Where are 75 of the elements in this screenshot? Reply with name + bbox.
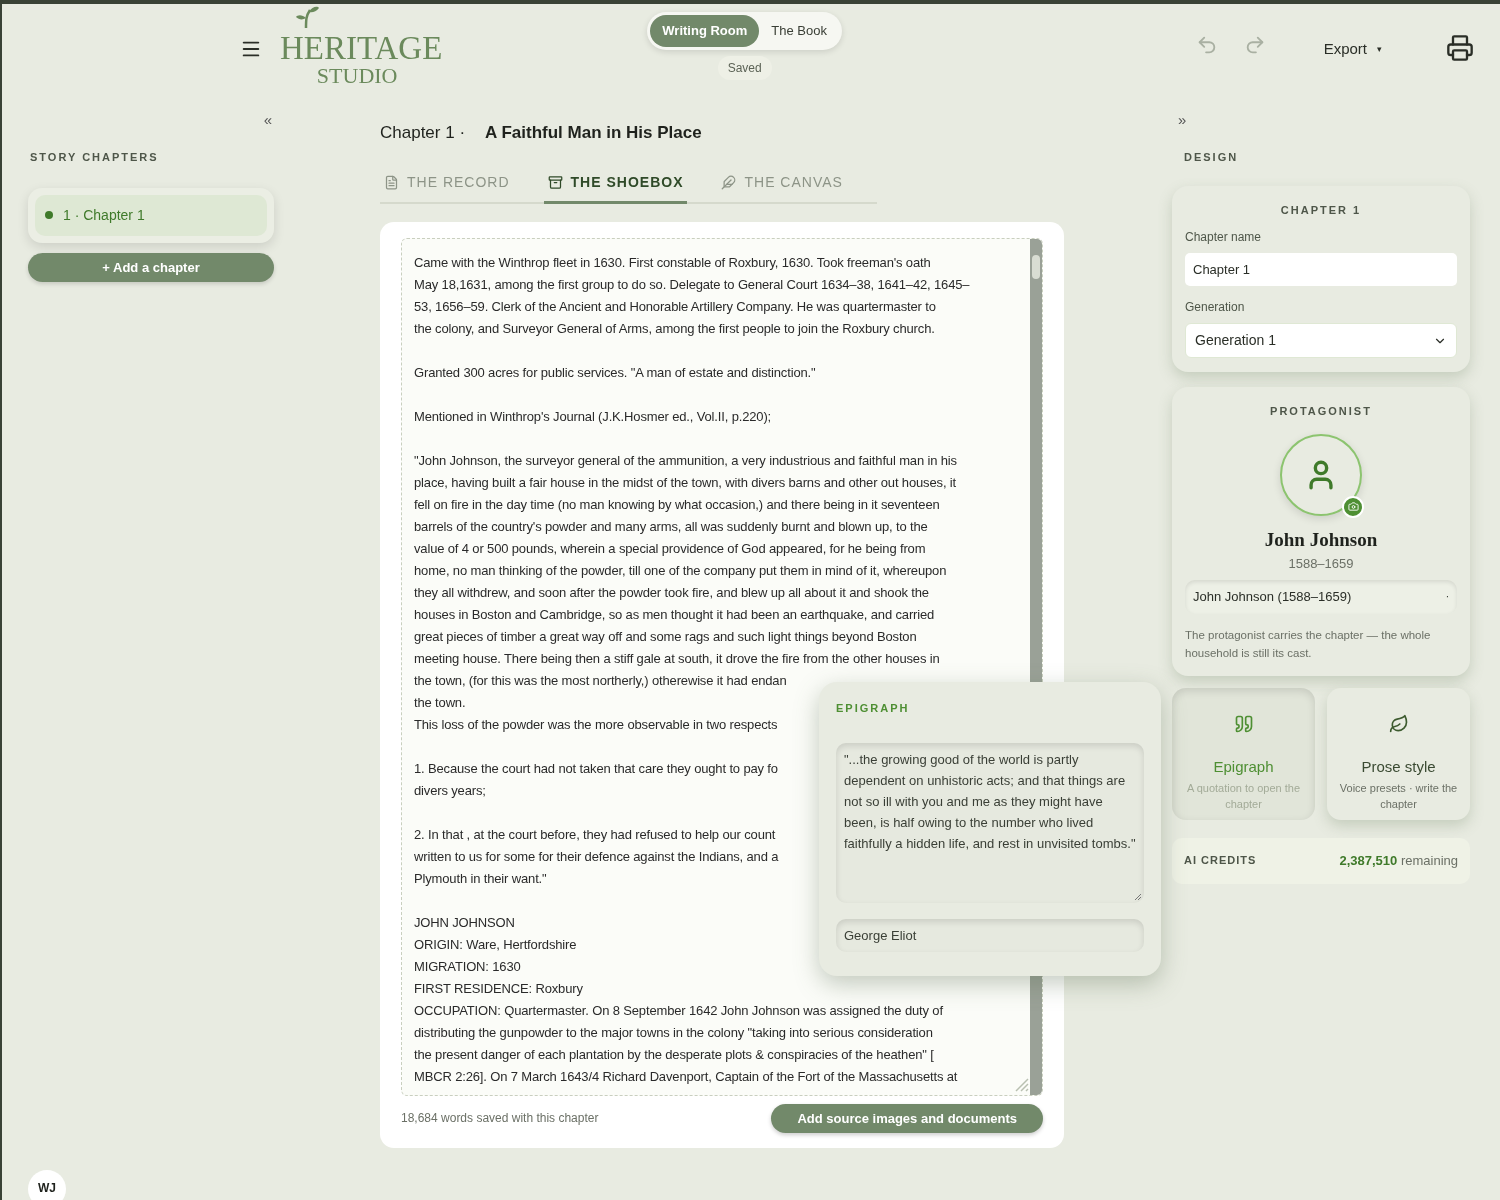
chapter-item[interactable]: 1 · Chapter 1 <box>35 194 267 236</box>
note-line: meeting house. There being then a stiff gale at south, it drove the fire from the other houses in <box>414 649 940 668</box>
leaf-icon <box>1388 713 1409 734</box>
credits-amount: 2,387,510 remaining <box>1339 851 1458 870</box>
save-status: Saved <box>717 55 772 80</box>
expand-panel-button[interactable]: » <box>1178 112 1187 127</box>
note-line: Mentioned in Winthrop's Journal (J.K.Hosmer ed., Vol.II, p.220); <box>414 407 772 426</box>
field-label: Chapter name <box>1185 229 1263 246</box>
note-line: home, no man thinking of the powder, till one of the company put them in mind of it, whereupon <box>414 561 947 580</box>
note-line: 1. Because the court had not taken that care they ought to pay fo <box>414 759 778 778</box>
logo: HERITAGE STUDIO <box>280 12 443 87</box>
note-line: OCCUPATION: Quartermaster. On 8 September 1642 John Johnson was assigned the duty of <box>414 1001 943 1020</box>
user-avatar[interactable]: WJ <box>28 1170 66 1200</box>
note-line: Plymouth in their want." <box>414 869 547 888</box>
avatar[interactable] <box>1280 433 1362 516</box>
generation-select[interactable]: Generation 1 <box>1185 323 1457 358</box>
resize-grip-icon <box>1134 892 1142 901</box>
document-icon <box>384 174 399 190</box>
note-line: Granted 300 acres for public services. "A man of estate and distinction." <box>414 363 816 382</box>
note-line: FIRST RESIDENCE: Roxbury <box>414 979 583 998</box>
note-line: value of 4 or 500 pounds, wherein a special providence of God appeared, for he being from <box>414 539 926 558</box>
note-line: the town. <box>414 693 466 712</box>
print-icon[interactable] <box>1446 34 1474 62</box>
note-line: houses in Boston and Cambridge, so as men thought it had been an earthquake, and carried <box>414 605 935 624</box>
card-heading: PROTAGONIST <box>1270 404 1372 419</box>
tool-card[interactable]: Prose style Voice presets · write the chapter <box>1327 687 1470 820</box>
design-heading: DESIGN <box>1184 150 1240 165</box>
word-count: 18,684 words saved with this chapter <box>401 1110 599 1128</box>
chapter-title: A Faithful Man in His Place <box>485 122 702 144</box>
note-line: This loss of the powder was the more observable in two respects <box>414 715 778 734</box>
sprout-icon <box>294 6 320 28</box>
sidebar-heading: STORY CHAPTERS <box>30 150 160 165</box>
note-line: they all withdrew, and soon after the powder took fire, and blew up all about it and shook the <box>414 583 929 602</box>
note-line: ORIGIN: Ware, Hertfordshire <box>414 935 577 954</box>
field-label: Generation <box>1185 299 1246 316</box>
chapter-number: Chapter 1 · <box>380 122 466 144</box>
note-line: Came with the Winthrop fleet in 1630. First constable of Roxbury, 1630. Took freeman's oath <box>414 253 931 272</box>
author-field[interactable]: George Eliot <box>836 918 1144 952</box>
mode-tab[interactable]: Writing Room <box>650 15 760 47</box>
note-line: distributing the gunpowder to the major towns in the colony "taking into serious consideration <box>414 1023 933 1042</box>
protagonist-name: John Johnson <box>1264 527 1378 552</box>
box-icon <box>547 174 563 190</box>
note-line: 2. In that , at the court before, they had refused to help our count <box>414 825 776 844</box>
collapse-sidebar-button[interactable]: « <box>263 112 272 127</box>
chapter-name-field[interactable]: Chapter 1 <box>1185 253 1457 286</box>
export-button[interactable]: Export ▾ <box>1323 38 1382 61</box>
credits-label: AI CREDITS <box>1184 853 1257 869</box>
protagonist-select[interactable]: John Johnson (1588–1659) · <box>1185 579 1457 614</box>
note-line: the present danger of each plantation by the desperate plots & conspiracies of the heathen" [ <box>414 1045 934 1064</box>
card-heading: CHAPTER 1 <box>1280 202 1362 218</box>
protagonist-note: The protagonist carries the chapter — the whole household is still its cast. <box>1185 627 1432 661</box>
quote-field[interactable]: "...the growing good of the world is partly dependent on unhistoric acts; and that things are not so ill with you and me as they might have been, is half owing to the number who lived faithfully a hidden life, and rest in unvisited tombs." <box>836 742 1144 903</box>
add-sources-button[interactable]: Add source images and documents <box>771 1103 1043 1133</box>
note-line: fell on fire in the day time (no man knowing by what occasion,) and there being in it seventeen <box>414 495 940 514</box>
note-line: JOHN JOHNSON <box>414 913 515 932</box>
note-line: the town, (for this was the most northerly,) otherewise it had endan <box>414 671 787 690</box>
popover-heading: EPIGRAPH <box>836 701 911 716</box>
quote-icon <box>1233 713 1254 734</box>
note-line: written to us for some for their defence against the Indians, and a <box>414 847 779 866</box>
protagonist-dates: 1588–1659 <box>1288 555 1354 573</box>
add-chapter-button[interactable]: + Add a chapter <box>28 252 274 282</box>
feather-icon <box>721 174 737 190</box>
note-line: divers years; <box>414 781 486 800</box>
note-line: MBCR 2:26]. On 7 March 1643/4 Richard Davenport, Captain of the Fort of the Massachusetts at <box>414 1067 958 1086</box>
note-line: MIGRATION: 1630 <box>414 957 521 976</box>
note-line: "John Johnson, the surveyor general of the ammunition, a very industrious and faithful man in his <box>414 451 957 470</box>
note-line: great pieces of timber a great way off and some rags and such light things beyond Boston <box>414 627 917 646</box>
note-line: May 18,1631, among the first group to do so. Delegate to General Court 1634–38, 1641–42, 1645– <box>414 275 970 294</box>
note-line: 53, 1656–59. Clerk of the Ancient and Honorable Artillery Company. He was quartermaster to <box>414 297 936 316</box>
tab[interactable]: THE SHOEBOX <box>543 171 688 204</box>
camera-icon[interactable] <box>1342 495 1364 518</box>
mode-tab[interactable]: The Book <box>759 15 839 47</box>
note-line: the colony, and Surveyor General of Arms, among the first people to join the Roxbury church. <box>414 319 935 338</box>
note-line: place, having built a fair house in the midst of the town, with divers barns and other out houses, it <box>414 473 956 492</box>
note-line: barrels of the country's powder and many arms, all was suddenly burnt and blown up, to the <box>414 517 928 536</box>
